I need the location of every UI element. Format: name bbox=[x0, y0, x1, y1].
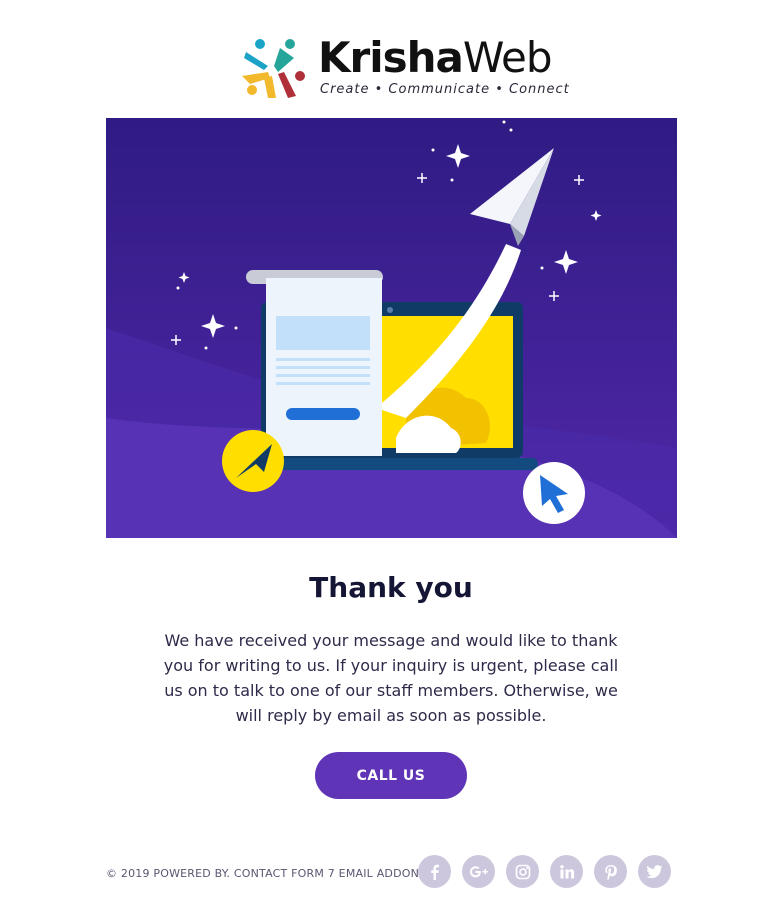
footer-copyright: © 2019 POWERED BY. CONTACT FORM 7 EMAIL … bbox=[106, 867, 423, 880]
page-title: Thank you bbox=[309, 571, 473, 604]
linkedin-icon[interactable] bbox=[550, 855, 583, 888]
pinterest-icon[interactable] bbox=[594, 855, 627, 888]
cursor-arrow-icon bbox=[222, 430, 284, 492]
instagram-icon[interactable] bbox=[506, 855, 539, 888]
logo-tagline: Create • Communicate • Connect bbox=[320, 82, 570, 97]
logo-word-bold: Krisha bbox=[318, 33, 464, 82]
social-links bbox=[418, 855, 671, 888]
thank-you-message: We have received your message and would … bbox=[163, 631, 619, 725]
facebook-icon[interactable] bbox=[418, 855, 451, 888]
brand-logo[interactable]: KrishaWeb Create • Communicate • Connect bbox=[238, 30, 569, 102]
logo-mark-icon bbox=[242, 39, 305, 98]
google-plus-icon[interactable] bbox=[462, 855, 495, 888]
logo-wordmark: KrishaWeb bbox=[318, 33, 553, 82]
hero-illustration bbox=[106, 118, 677, 538]
document-icon bbox=[246, 270, 383, 456]
call-us-button[interactable]: CALL US bbox=[315, 752, 467, 799]
logo-word-light: Web bbox=[462, 33, 553, 82]
twitter-icon[interactable] bbox=[638, 855, 671, 888]
pointer-arrow-icon bbox=[523, 462, 585, 524]
